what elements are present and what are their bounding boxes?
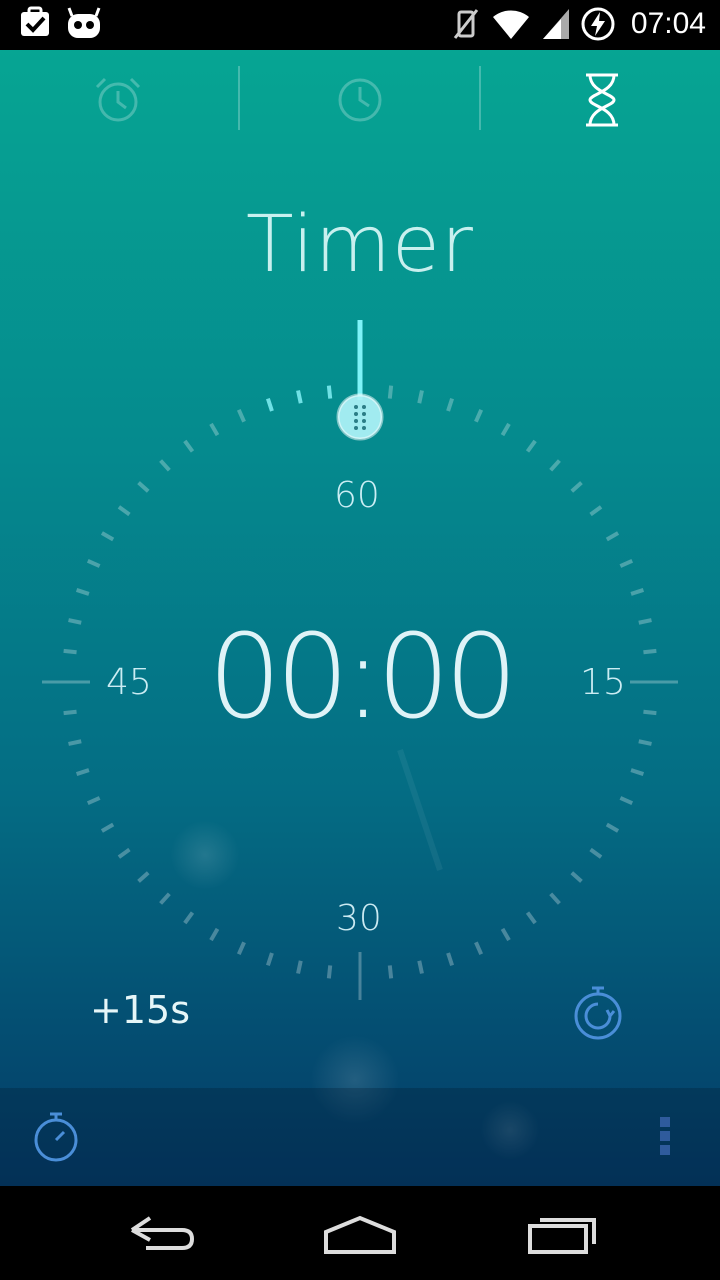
dial-tick	[549, 459, 561, 472]
dial-tick	[605, 531, 620, 542]
dial-tick	[638, 739, 652, 746]
dial-tick	[183, 439, 195, 453]
dial-tick	[296, 390, 303, 404]
dial-tick	[159, 459, 171, 472]
dial-tick	[525, 911, 537, 925]
dial-tick	[63, 648, 77, 655]
dial-tick	[619, 558, 634, 568]
back-icon	[130, 1216, 195, 1250]
dial-tick	[417, 390, 424, 404]
dial-tick	[209, 927, 220, 942]
stopwatch-button[interactable]	[30, 1106, 82, 1166]
reset-timer-button[interactable]	[570, 982, 626, 1042]
dial-tick	[643, 648, 657, 655]
dial-tick	[296, 960, 303, 974]
dial-tick	[630, 588, 645, 596]
dial-tick	[643, 709, 657, 716]
dial-tick	[474, 941, 484, 956]
dial-tick	[446, 952, 454, 967]
dial-tick	[183, 911, 195, 925]
dial-tick	[137, 481, 150, 493]
dial-label-45: 45	[106, 662, 152, 703]
bottom-toolbar	[0, 1088, 720, 1186]
status-bar: 07:04	[0, 0, 720, 50]
dial-tick	[68, 739, 82, 746]
back-button[interactable]	[120, 1208, 200, 1258]
dial-tick	[570, 481, 583, 493]
dial-tick	[549, 892, 561, 905]
dial-tick	[387, 965, 394, 979]
dial-tick	[209, 422, 220, 437]
dial-tick	[446, 397, 454, 412]
add-15s-button[interactable]: +15s	[90, 985, 190, 1035]
dial-tick	[63, 709, 77, 716]
dial-tick	[500, 422, 511, 437]
dial-tick	[619, 796, 634, 806]
stopwatch-icon	[34, 1112, 78, 1162]
dial-tick	[75, 768, 90, 776]
dial-tick	[100, 822, 115, 833]
home-icon	[324, 1215, 396, 1254]
dial-tick	[86, 558, 101, 568]
dial-tick	[100, 531, 115, 542]
dial-tick	[500, 927, 511, 942]
wifi-icon	[491, 7, 531, 41]
dial-tick	[589, 505, 603, 517]
dial-tick	[570, 871, 583, 883]
dial-tick	[236, 941, 246, 956]
dial-tick	[75, 588, 90, 596]
dial-tick	[266, 397, 274, 412]
overflow-menu-button[interactable]	[650, 1114, 680, 1162]
recents-icon	[528, 1218, 596, 1254]
dial-tick	[68, 618, 82, 625]
home-button[interactable]	[320, 1208, 400, 1258]
dial-tick	[525, 439, 537, 453]
dial-label-60: 60	[334, 475, 380, 516]
vibrate-off-icon	[451, 6, 481, 42]
navigation-bar	[0, 1186, 720, 1280]
task-check-icon	[18, 6, 52, 40]
dial-tick	[236, 408, 246, 423]
dial-tick	[266, 952, 274, 967]
timer-display: 00:00	[207, 610, 518, 745]
dial-tick	[137, 871, 150, 883]
decorative-streak	[397, 749, 443, 871]
dial-tick	[159, 892, 171, 905]
overflow-menu-icon	[660, 1117, 670, 1127]
status-time: 07:04	[630, 7, 706, 40]
dial-tick	[326, 385, 333, 399]
dial-tick	[86, 796, 101, 806]
dial-knob[interactable]	[336, 393, 384, 441]
stopwatch-reset-icon	[574, 986, 622, 1040]
dial-tick	[417, 960, 424, 974]
dial-label-15: 15	[580, 662, 626, 703]
dial-tick	[474, 408, 484, 423]
dial-label-30: 30	[336, 898, 382, 939]
cyanogen-mascot-icon	[66, 6, 102, 40]
dial-tick	[117, 847, 131, 859]
battery-charging-icon	[581, 7, 615, 41]
dial-tick	[630, 768, 645, 776]
recents-button[interactable]	[522, 1208, 602, 1258]
dial-tick	[117, 505, 131, 517]
timer-screen: Timer 60 15 30 45 00:00 +15s	[0, 50, 720, 1186]
dial-tick	[387, 385, 394, 399]
signal-icon	[541, 7, 571, 41]
dial-tick	[605, 822, 620, 833]
dial-tick	[638, 618, 652, 625]
dial-tick	[589, 847, 603, 859]
dial-tick	[326, 965, 333, 979]
